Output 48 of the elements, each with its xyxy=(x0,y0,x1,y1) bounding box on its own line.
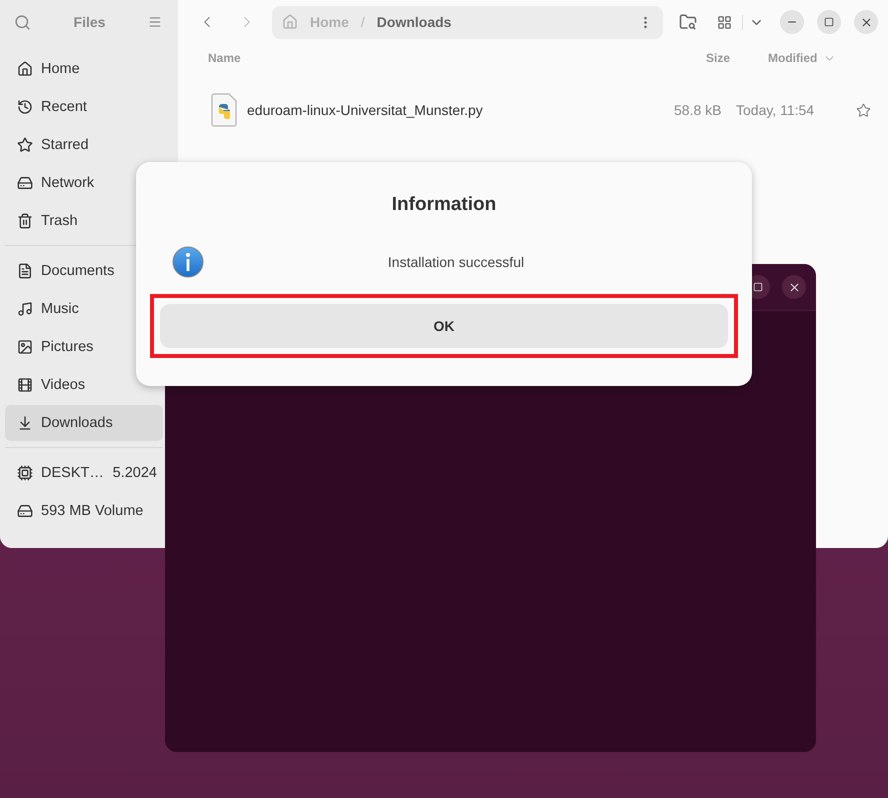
dialog-title: Information xyxy=(392,194,496,216)
drive-icon xyxy=(17,503,33,519)
sidebar-item[interactable]: Pictures xyxy=(5,329,163,365)
python-file-icon xyxy=(210,93,238,127)
info-icon xyxy=(172,246,204,278)
sidebar-item[interactable]: Recent xyxy=(5,89,163,125)
ok-button[interactable]: OK xyxy=(160,304,728,348)
download-icon xyxy=(17,415,33,431)
sidebar-item[interactable]: DESKT… 5.2024 xyxy=(5,455,163,491)
sidebar-item[interactable]: Documents xyxy=(5,253,163,289)
file-size: 58.8 kB xyxy=(674,102,722,118)
path-bar[interactable]: Home / Downloads xyxy=(272,6,663,38)
maximize-button[interactable] xyxy=(817,10,841,34)
dialog-message: Installation successful xyxy=(386,254,526,270)
window-title: Files xyxy=(74,14,106,30)
sidebar-item[interactable]: 593 MB Volume xyxy=(5,493,163,529)
file-name[interactable]: eduroam-linux-Universitat_Munster.py xyxy=(247,102,483,118)
picture-icon xyxy=(17,339,33,355)
network-icon xyxy=(17,175,33,191)
sidebar-item[interactable]: Network xyxy=(5,165,163,201)
trash-icon xyxy=(17,213,33,229)
chip-icon xyxy=(17,465,33,481)
sidebar-item[interactable]: Music xyxy=(5,291,163,327)
star-icon xyxy=(17,137,33,153)
sidebar-item[interactable]: Home xyxy=(5,51,163,87)
file-modified: Today, 11:54 xyxy=(736,102,816,118)
view-options-chevron-icon[interactable] xyxy=(742,14,764,30)
sidebar-item[interactable]: Trash xyxy=(5,203,163,239)
path-separator: / xyxy=(360,14,365,30)
home-icon xyxy=(282,14,298,30)
close-button[interactable] xyxy=(854,10,878,34)
sidebar-item[interactable]: Downloads xyxy=(5,405,163,441)
maximize-icon xyxy=(824,17,834,27)
grid-view-icon[interactable] xyxy=(717,14,732,30)
close-icon xyxy=(860,16,872,28)
film-icon xyxy=(17,377,33,393)
document-icon xyxy=(17,263,33,279)
clock-icon xyxy=(17,99,33,115)
music-note-icon xyxy=(17,301,33,317)
sidebar-item[interactable]: Videos xyxy=(5,367,163,403)
sidebar-item[interactable]: Starred xyxy=(5,127,163,163)
folder-search-icon[interactable] xyxy=(679,13,697,31)
search-icon[interactable] xyxy=(14,14,31,30)
menu-icon[interactable] xyxy=(148,15,162,29)
home-icon xyxy=(17,61,33,77)
close-icon xyxy=(788,280,800,294)
close-button[interactable] xyxy=(782,275,806,299)
maximize-icon xyxy=(753,282,763,292)
